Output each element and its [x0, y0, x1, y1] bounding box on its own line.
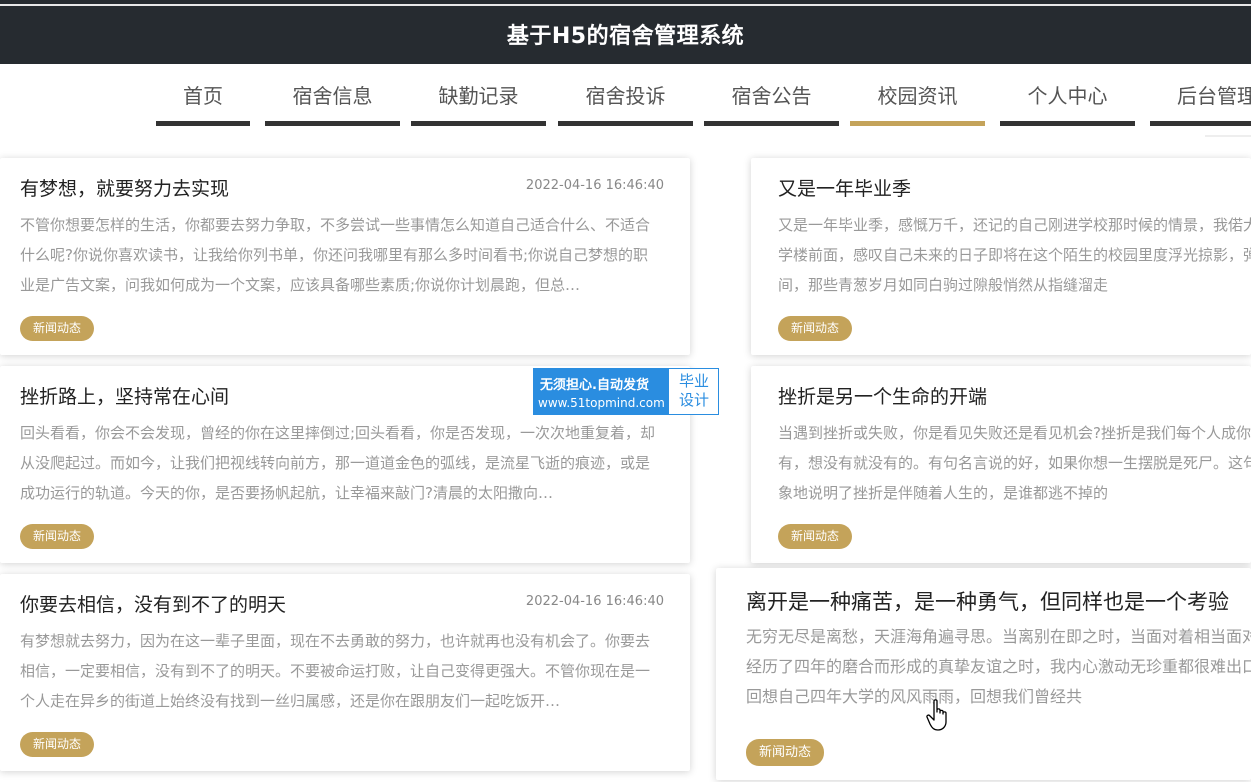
article-card-hovered[interactable]: 离开是一种痛苦，是一种勇气，但同样也是一个考验 无穷无尽是离愁，天涯海角遍寻思。…: [716, 568, 1251, 780]
header-divider: [0, 4, 1251, 6]
nav-item-label: 后台管理: [1177, 84, 1251, 108]
article-card[interactable]: 挫折是另一个生命的开端 当遇到挫折或失败，你是看见失败还是看见机会?挫折是我们每…: [751, 366, 1251, 563]
article-title[interactable]: 有梦想，就要努力去实现: [20, 174, 229, 201]
header-bar: 基于H5的宿舍管理系统: [0, 0, 1251, 64]
nav-item-dorm-notices[interactable]: 宿舍公告: [704, 82, 839, 126]
watermark-badge: 无须担心.自动发货 www.51topmind.com 毕业设计: [533, 368, 719, 415]
article-title[interactable]: 挫折路上，坚持常在心间: [20, 382, 229, 409]
article-title[interactable]: 挫折是另一个生命的开端: [778, 382, 987, 409]
article-excerpt: 有梦想就去努力，因为在这一辈子里面，现在不去勇敢的努力，也许就再也没有机会了。你…: [20, 632, 651, 710]
nav-item-campus-news[interactable]: 校园资讯: [850, 82, 985, 126]
nav-item-admin[interactable]: 后台管理: [1150, 82, 1251, 126]
article-title[interactable]: 又是一年毕业季: [778, 174, 911, 201]
nav-item-label: 宿舍信息: [292, 84, 373, 108]
nav-divider: [1205, 135, 1251, 137]
nav-item-label: 首页: [183, 84, 223, 108]
main-nav: 首页 宿舍信息 缺勤记录 宿舍投诉 宿舍公告 校园资讯 个人中心 后台管理: [0, 64, 1251, 134]
article-card[interactable]: 你要去相信，没有到不了的明天 2022-04-16 16:46:40 有梦想就去…: [0, 574, 690, 771]
nav-item-label: 个人中心: [1027, 84, 1108, 108]
article-tag[interactable]: 新闻动态: [778, 316, 853, 341]
article-tag[interactable]: 新闻动态: [746, 739, 825, 766]
nav-item-label: 宿舍公告: [731, 84, 812, 108]
article-excerpt: 当遇到挫折或失败，你是看见失败还是看见机会?挫折是我们每个人成你想有就有，想没有…: [778, 424, 1251, 502]
nav-item-dorm-info[interactable]: 宿舍信息: [265, 82, 400, 126]
article-tag[interactable]: 新闻动态: [20, 732, 95, 757]
article-excerpt: 无穷无尽是离愁，天涯海角遍寻思。当离别在即之时，当面对着相当面对着经历了四年的磨…: [746, 627, 1251, 706]
nav-item-personal-center[interactable]: 个人中心: [1000, 82, 1135, 126]
article-tag[interactable]: 新闻动态: [20, 524, 95, 549]
watermark-left: 无须担心.自动发货 www.51topmind.com: [534, 369, 669, 414]
article-title[interactable]: 离开是一种痛苦，是一种勇气，但同样也是一个考验: [746, 586, 1229, 616]
nav-underline: [558, 121, 693, 126]
nav-item-label: 校园资讯: [877, 84, 958, 108]
watermark-line2: www.51topmind.com: [538, 396, 665, 410]
nav-underline: [156, 121, 250, 126]
page-title: 基于H5的宿舍管理系统: [506, 24, 745, 49]
article-tag[interactable]: 新闻动态: [778, 524, 853, 549]
article-card[interactable]: 有梦想，就要努力去实现 2022-04-16 16:46:40 不管你想要怎样的…: [0, 158, 690, 355]
article-tag[interactable]: 新闻动态: [20, 316, 95, 341]
watermark-side: 毕业设计: [678, 372, 709, 409]
article-title[interactable]: 你要去相信，没有到不了的明天: [20, 590, 286, 617]
article-date: 2022-04-16 16:46:40: [525, 594, 664, 609]
hand-pointer-icon: [926, 699, 947, 731]
article-excerpt: 不管你想要怎样的生活，你都要去努力争取，不多尝试一些事情怎么知道自己适合什么、不…: [20, 216, 651, 294]
nav-underline: [411, 121, 546, 126]
nav-underline-active: [850, 121, 985, 126]
article-card[interactable]: 又是一年毕业季 又是一年毕业季，感慨万千，还记的自己刚进学校那时候的情景，我偌大…: [751, 158, 1251, 355]
nav-underline: [704, 121, 839, 126]
nav-underline: [265, 121, 400, 126]
watermark-line1: 无须担心.自动发货: [540, 378, 649, 393]
nav-item-dorm-complaints[interactable]: 宿舍投诉: [558, 82, 693, 126]
nav-item-home[interactable]: 首页: [156, 82, 250, 126]
article-excerpt: 回头看看，你会不会发现，曾经的你在这里摔倒过;回头看看，你是否发现，一次次地重复…: [20, 424, 656, 502]
article-excerpt: 又是一年毕业季，感慨万千，还记的自己刚进学校那时候的情景，我偌大的教学楼前面，感…: [778, 216, 1251, 294]
nav-underline: [1150, 121, 1251, 126]
nav-item-label: 宿舍投诉: [585, 84, 666, 108]
nav-item-label: 缺勤记录: [438, 84, 519, 108]
article-date: 2022-04-16 16:46:40: [525, 178, 664, 193]
nav-item-absence-records[interactable]: 缺勤记录: [411, 82, 546, 126]
nav-underline: [1000, 121, 1135, 126]
